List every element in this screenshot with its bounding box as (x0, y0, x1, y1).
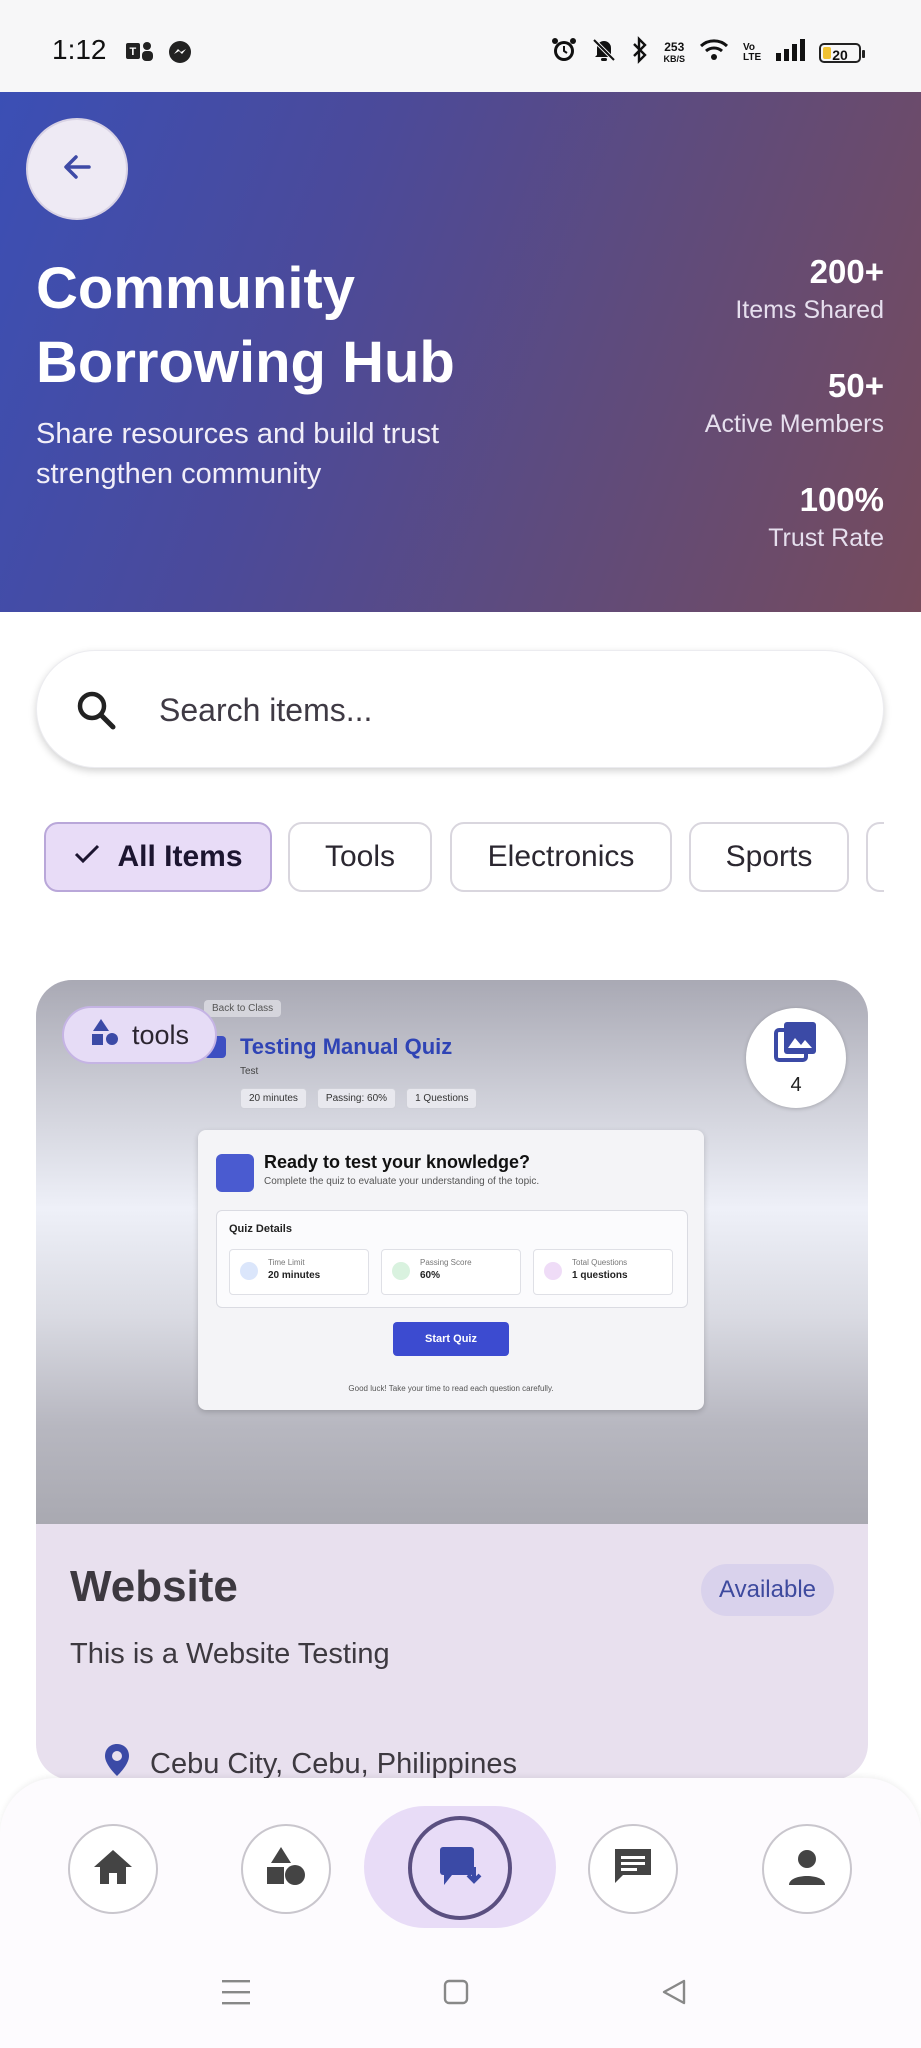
stat-trust-rate: 100% Trust Rate (768, 481, 884, 552)
mute-icon (591, 37, 617, 68)
image-count: 4 (790, 1073, 802, 1096)
chat-icon (611, 1845, 655, 1894)
nav-borrow[interactable] (408, 1816, 512, 1920)
arrow-left-icon (59, 149, 95, 190)
teams-icon: T (126, 40, 154, 69)
preview-panel: Ready to test your knowledge? Complete t… (198, 1130, 704, 1410)
system-navigation (0, 1972, 921, 2012)
preview-footer: Good luck! Take your time to read each q… (348, 1384, 554, 1393)
status-bar: 1:12 T 253 KB/S Vo LTE 20 (0, 0, 921, 92)
preview-pill: 1 Questions (406, 1088, 478, 1109)
category-filters: All Items Tools Electronics Sports (44, 822, 884, 894)
nav-categories[interactable] (241, 1824, 331, 1914)
bluetooth-icon (631, 36, 649, 69)
categories-icon (264, 1845, 308, 1894)
image-gallery-button[interactable]: 4 (746, 1008, 846, 1108)
chip-more[interactable] (866, 822, 884, 892)
shapes-icon (90, 1017, 120, 1054)
hero-banner: Community Borrowing Hub Share resources … (0, 92, 921, 612)
home-icon (91, 1847, 135, 1892)
svg-text:T: T (130, 46, 137, 58)
preview-heading: Ready to test your knowledge? (264, 1152, 531, 1172)
nav-home[interactable] (68, 1824, 158, 1914)
nav-messages[interactable] (588, 1824, 678, 1914)
preview-detail: Passing Score 60% (381, 1249, 521, 1295)
status-time: 1:12 (52, 34, 107, 65)
chip-electronics[interactable]: Electronics (450, 822, 672, 892)
page-subtitle: Share resources and build trust strength… (36, 418, 439, 490)
chip-tools[interactable]: Tools (288, 822, 432, 892)
search-icon (75, 689, 117, 736)
menu-icon[interactable] (216, 1972, 256, 2012)
location-pin-icon (102, 1742, 132, 1780)
chip-all-items[interactable]: All Items (44, 822, 272, 892)
item-location: Cebu City, Cebu, Philippines (102, 1742, 517, 1780)
borrow-icon (436, 1843, 484, 1894)
item-title: Website (70, 1562, 238, 1611)
preview-detail: Total Questions 1 questions (533, 1249, 673, 1295)
battery-icon: 20 (819, 42, 865, 63)
preview-start-button: Start Quiz (393, 1322, 509, 1356)
preview-info-icon (216, 1154, 254, 1192)
alarm-icon (551, 37, 577, 68)
chip-sports[interactable]: Sports (689, 822, 849, 892)
page-title: Community Borrowing Hub (36, 256, 455, 395)
preview-details: Quiz Details Time Limit 20 minutes Passi… (216, 1210, 688, 1308)
preview-pill: 20 minutes (240, 1088, 307, 1109)
preview-subheading: Complete the quiz to evaluate your under… (264, 1176, 540, 1187)
network-speed: 253 KB/S (663, 39, 685, 64)
search-bar[interactable] (36, 650, 884, 768)
status-badge: Available (701, 1564, 834, 1616)
profile-icon (785, 1845, 829, 1894)
volte-label: Vo LTE (743, 41, 762, 63)
bottom-navigation (0, 1778, 921, 2048)
messenger-icon (168, 40, 192, 69)
preview-subtitle: Test (240, 1066, 259, 1077)
wifi-icon (699, 38, 729, 67)
preview-back-link: Back to Class (204, 1000, 282, 1017)
stat-active-members: 50+ Active Members (704, 367, 884, 438)
preview-pill: Passing: 60% (316, 1088, 397, 1109)
item-card[interactable]: Back to Class Testing Manual Quiz Test 2… (36, 980, 868, 1780)
preview-detail: Time Limit 20 minutes (229, 1249, 369, 1295)
check-icon (73, 840, 101, 874)
gallery-icon (774, 1020, 818, 1070)
home-square-icon[interactable] (436, 1972, 476, 2012)
back-triangle-icon[interactable] (654, 1972, 694, 2012)
item-image[interactable]: Back to Class Testing Manual Quiz Test 2… (36, 980, 868, 1524)
preview-title: Testing Manual Quiz (240, 1034, 453, 1059)
back-button[interactable] (26, 118, 128, 220)
category-tag: tools (62, 1006, 218, 1064)
nav-profile[interactable] (762, 1824, 852, 1914)
search-input[interactable] (157, 681, 841, 739)
signal-icon (775, 38, 805, 67)
stat-items-shared: 200+ Items Shared (735, 253, 884, 324)
item-description: This is a Website Testing (70, 1638, 390, 1670)
